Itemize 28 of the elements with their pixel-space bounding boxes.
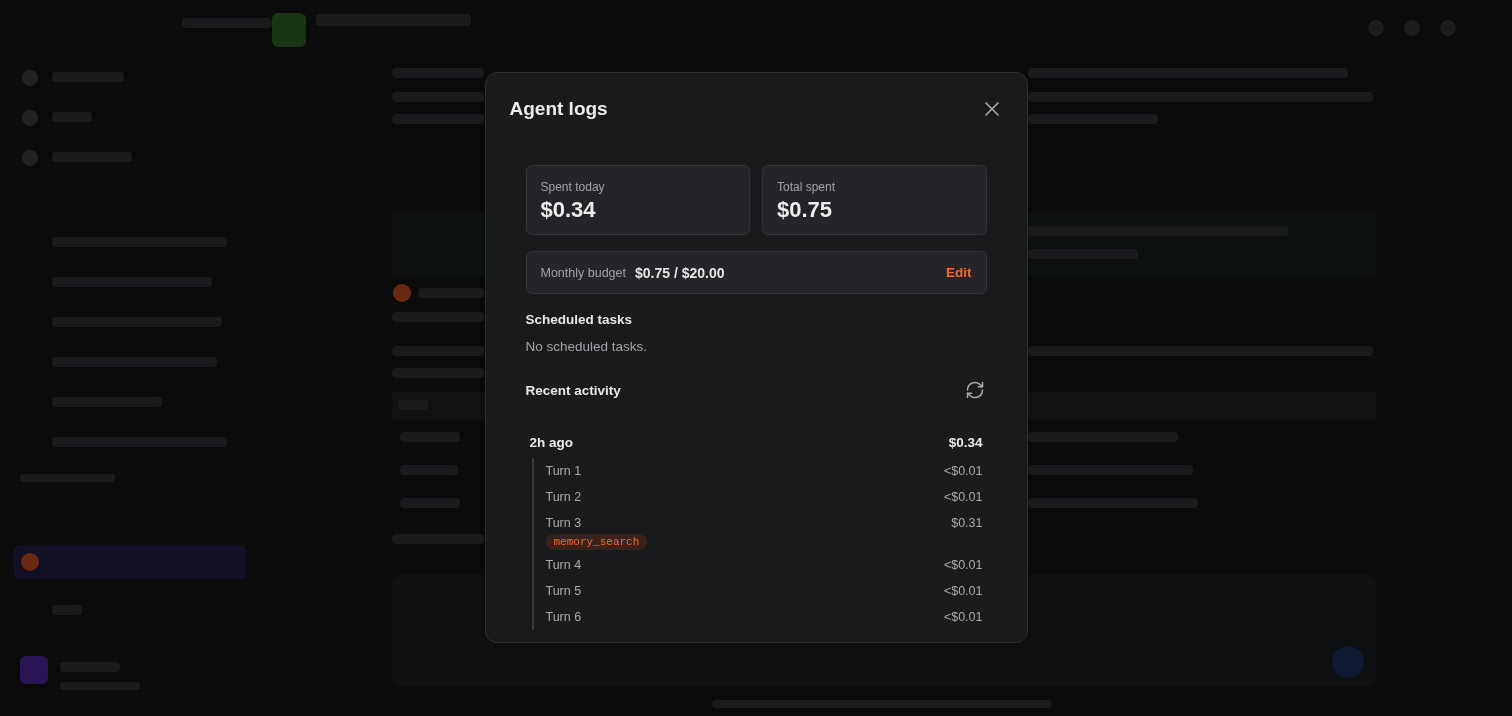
turn-label: Turn 4 [545, 558, 582, 572]
turn-label: Turn 3 [545, 516, 582, 530]
stat-label: Total spent [777, 180, 837, 194]
turn-cost: <$0.01 [943, 610, 983, 624]
section-heading: Recent activity [525, 382, 621, 398]
close-icon [984, 102, 999, 116]
activity-total: $0.34 [948, 434, 983, 450]
turn-label: Turn 2 [545, 490, 582, 504]
activity-time: 2h ago [529, 434, 573, 450]
turn-cost: <$0.01 [943, 490, 983, 504]
stat-value: $0.34 [540, 197, 597, 223]
turn-cost: <$0.01 [943, 584, 983, 598]
section-heading: Scheduled tasks [525, 312, 633, 327]
refresh-icon [964, 380, 985, 400]
turn-label: Turn 1 [545, 464, 582, 478]
empty-message: No scheduled tasks. [525, 339, 649, 354]
edit-button[interactable]: Edit [946, 265, 972, 280]
turn-label: Turn 5 [545, 584, 582, 598]
stat-value: $0.75 [777, 197, 834, 223]
stat-label: Spent today [540, 180, 606, 194]
turn-cost: <$0.01 [943, 558, 983, 572]
dialog-title: Agent logs [509, 98, 608, 120]
turn-label: Turn 6 [545, 610, 582, 624]
turn-cost: <$0.01 [943, 464, 983, 478]
tool-tag: memory_search [545, 534, 648, 550]
budget-value: $0.75 / $20.00 [635, 264, 726, 281]
budget-label: Monthly budget [540, 265, 626, 280]
turn-cost: $0.31 [951, 516, 983, 530]
